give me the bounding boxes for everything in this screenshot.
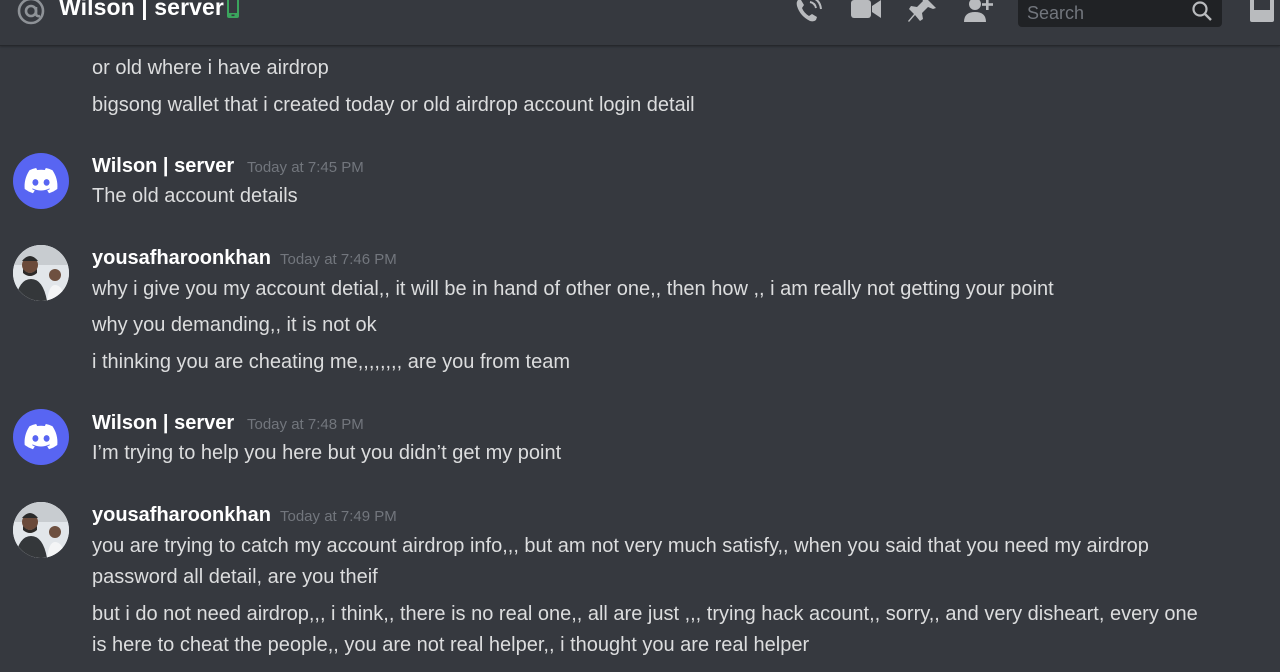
message-author[interactable]: yousafharoonkhan xyxy=(92,502,271,528)
add-friend-icon[interactable] xyxy=(962,0,994,26)
avatar[interactable] xyxy=(13,153,69,209)
channel-header: Wilson | server xyxy=(0,0,1280,46)
message-timestamp: Today at 7:46 PM xyxy=(280,251,397,268)
message-text: i thinking you are cheating me,,,,,,,, a… xyxy=(92,351,571,373)
message-text: why i give you my account detial,, it wi… xyxy=(92,278,1054,300)
user-photo xyxy=(13,502,69,558)
message-text: bigsong wallet that i created today or o… xyxy=(92,94,695,116)
avatar[interactable] xyxy=(13,245,69,301)
message-timestamp: Today at 7:48 PM xyxy=(247,416,364,433)
avatar[interactable] xyxy=(13,502,69,558)
message-text: is here to cheat the people,, you are no… xyxy=(92,634,810,656)
voice-call-icon[interactable] xyxy=(792,0,824,26)
message-text: why you demanding,, it is not ok xyxy=(92,314,377,336)
discord-logo-icon xyxy=(24,168,58,194)
message-author[interactable]: yousafharoonkhan xyxy=(92,245,271,271)
message-timestamp: Today at 7:49 PM xyxy=(280,508,397,525)
at-icon xyxy=(17,0,45,25)
message-author[interactable]: Wilson | server xyxy=(92,153,234,179)
discord-logo-icon xyxy=(24,424,58,450)
message-text: but i do not need airdrop,,, i think,, t… xyxy=(92,603,1198,625)
message-timestamp: Today at 7:45 PM xyxy=(247,159,364,176)
message-text: or old where i have airdrop xyxy=(92,57,329,79)
message-author[interactable]: Wilson | server xyxy=(92,410,234,436)
message-text: password all detail, are you theif xyxy=(92,566,378,588)
message-text: The old account details xyxy=(92,185,298,207)
mobile-status-icon xyxy=(227,0,239,18)
message-list: or old where i have airdrop bigsong wall… xyxy=(0,46,1280,672)
message-text: you are trying to catch my account airdr… xyxy=(92,535,1149,557)
inbox-icon[interactable] xyxy=(1246,0,1278,26)
dm-title[interactable]: Wilson | server xyxy=(59,0,224,21)
search-input[interactable] xyxy=(1018,0,1188,27)
pin-icon[interactable] xyxy=(906,0,938,26)
user-photo xyxy=(13,245,69,301)
message-text: I’m trying to help you here but you didn… xyxy=(92,442,562,464)
video-call-icon[interactable] xyxy=(850,0,882,26)
avatar[interactable] xyxy=(13,409,69,465)
search-icon[interactable] xyxy=(1190,0,1214,23)
